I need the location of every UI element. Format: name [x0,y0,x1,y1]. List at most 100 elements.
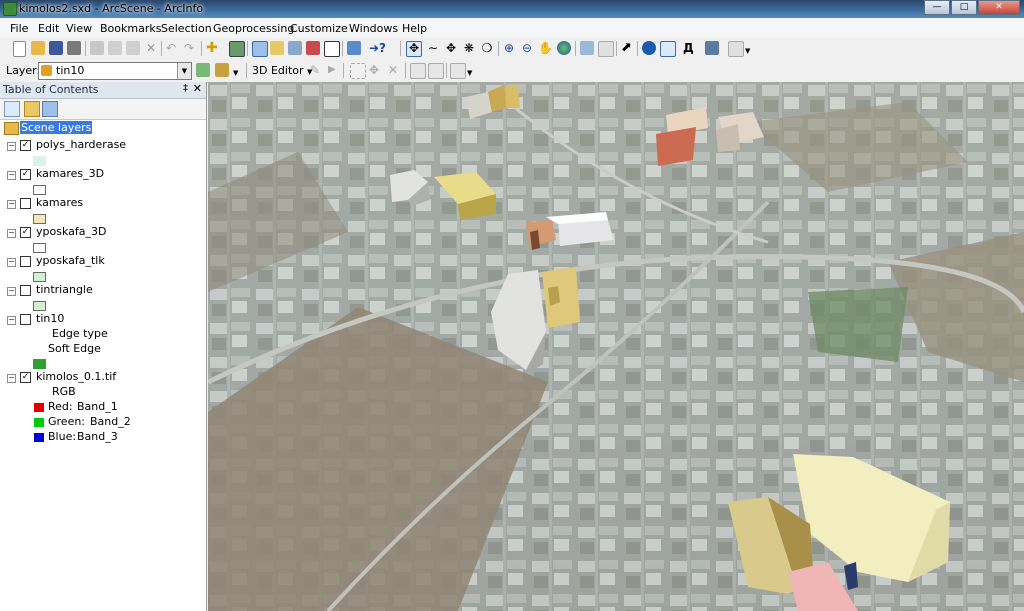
toolbar-overflow-icon[interactable]: ▼ [745,41,759,55]
toc-window-icon[interactable] [252,41,268,57]
identify-icon[interactable] [642,41,656,55]
pan-icon[interactable]: ✋ [538,41,553,55]
menu-customize[interactable]: Customize [290,22,348,35]
layer-symbol-swatch[interactable] [33,214,46,224]
layer-visibility-checkbox[interactable] [20,314,31,325]
scene-properties-icon[interactable] [229,41,245,57]
menu-bookmarks[interactable]: Bookmarks [100,22,161,35]
layer-visibility-checkbox[interactable] [20,285,31,296]
interpolate-point-icon[interactable] [215,63,229,77]
add-data-icon[interactable]: ✚ [206,41,220,55]
toolbar-overflow-icon[interactable]: ▼ [233,63,247,77]
zoom-in-icon[interactable]: ⊕ [502,41,516,55]
layer-visibility-checkbox[interactable]: ✓ [20,372,31,383]
full-extent-icon[interactable] [557,41,571,55]
zoom-to-target-icon[interactable]: ❋ [462,41,476,55]
pin-icon[interactable]: ‡ [183,83,188,94]
list-by-visibility-icon[interactable] [42,101,58,117]
create-features-icon[interactable] [450,63,466,79]
menu-view[interactable]: View [66,22,92,35]
toolbar-overflow-icon[interactable]: ▼ [467,63,481,77]
layer-symbol-swatch[interactable] [33,359,46,369]
layer-symbol-swatch[interactable] [33,156,46,166]
collapse-icon[interactable]: − [7,287,16,296]
menu-selection[interactable]: Selection [161,22,212,35]
3d-editor-menu[interactable]: 3D Editor ▼ [252,64,312,77]
attributes-icon[interactable] [410,63,426,79]
catalog-icon[interactable] [270,41,284,55]
delete-icon[interactable]: ✕ [144,41,158,55]
collapse-icon[interactable]: − [7,316,16,325]
layer-name[interactable]: yposkafa_3D [36,225,106,239]
list-by-drawing-order-icon[interactable] [4,101,20,117]
layer-name[interactable]: tintriangle [36,283,93,297]
menu-geoprocessing[interactable]: Geoprocessing [213,22,294,35]
layer-visibility-checkbox[interactable]: ✓ [20,227,31,238]
layer-name[interactable]: kamares [36,196,83,210]
select-elements-icon[interactable]: ⬈ [621,41,635,55]
list-by-source-icon[interactable] [24,101,40,117]
close-icon[interactable]: ✕ [193,82,202,95]
split-icon[interactable]: ✕ [388,63,402,77]
layer-symbol-swatch[interactable] [33,272,46,282]
layer-name[interactable]: polys_harderase [36,138,126,152]
layer-dropdown[interactable]: tin10 ▼ [38,62,192,80]
search-window-icon[interactable] [288,41,302,55]
layer-visibility-checkbox[interactable] [20,198,31,209]
layer-visibility-checkbox[interactable]: ✓ [20,140,31,151]
whats-this-icon[interactable]: ➜? [369,41,386,55]
navigate-icon[interactable]: ✥ [406,41,422,57]
undo-icon[interactable]: ↶ [166,41,180,55]
edit-tool-icon[interactable]: ✎ [310,63,324,77]
layer-visibility-checkbox[interactable]: ✓ [20,169,31,180]
minimize-button[interactable]: — [924,0,950,15]
collapse-icon[interactable]: − [7,142,16,151]
target-center-icon[interactable]: ✥ [444,41,458,55]
set-observer-icon[interactable]: ❍ [480,41,494,55]
collapse-icon[interactable]: − [7,200,16,209]
cut-icon[interactable] [90,41,104,55]
menu-windows[interactable]: Windows [349,22,398,35]
select-features-icon[interactable] [580,41,594,55]
find-icon[interactable]: Д [683,41,697,55]
sketch-play-icon[interactable]: ▶ [328,63,342,77]
menu-edit[interactable]: Edit [38,22,59,35]
new-document-icon[interactable] [13,41,26,57]
zoom-out-icon[interactable]: ⊖ [520,41,534,55]
python-window-icon[interactable] [324,41,340,57]
collapse-icon[interactable]: − [7,258,16,267]
menu-file[interactable]: File [10,22,28,35]
save-icon[interactable] [49,41,63,55]
arctoolbox-icon[interactable] [306,41,320,55]
interpolate-line-icon[interactable] [196,63,210,77]
collapse-icon[interactable]: − [7,171,16,180]
layer-visibility-checkbox[interactable] [20,256,31,267]
animation-icon[interactable] [728,41,744,57]
clear-selection-icon[interactable] [598,41,614,57]
chevron-down-icon[interactable]: ▼ [177,63,191,79]
layer-symbol-swatch[interactable] [33,243,46,253]
layer-symbol-swatch[interactable] [33,301,46,311]
layer-name[interactable]: kimolos_0.1.tif [36,370,116,384]
sketch-properties-icon[interactable] [428,63,444,79]
edit-vertices-icon[interactable] [350,63,366,79]
measure-icon[interactable] [705,41,719,55]
copy-icon[interactable] [108,41,122,55]
3d-scene-view[interactable] [208,82,1024,611]
open-folder-icon[interactable] [31,41,45,55]
redo-icon[interactable]: ↷ [184,41,198,55]
close-button[interactable]: ✕ [978,0,1020,15]
layer-name[interactable]: yposkafa_tlk [36,254,105,268]
collapse-icon[interactable]: − [7,229,16,238]
layer-name[interactable]: tin10 [36,312,64,326]
model-builder-icon[interactable] [347,41,361,55]
fly-icon[interactable]: ∼ [426,41,440,55]
maximize-button[interactable]: □ [951,0,977,15]
paste-icon[interactable] [126,41,140,55]
print-icon[interactable] [67,41,81,55]
layer-symbol-swatch[interactable] [33,185,46,195]
menu-help[interactable]: Help [402,22,427,35]
layer-name[interactable]: kamares_3D [36,167,104,181]
html-popup-icon[interactable] [660,41,676,57]
collapse-icon[interactable]: − [7,374,16,383]
